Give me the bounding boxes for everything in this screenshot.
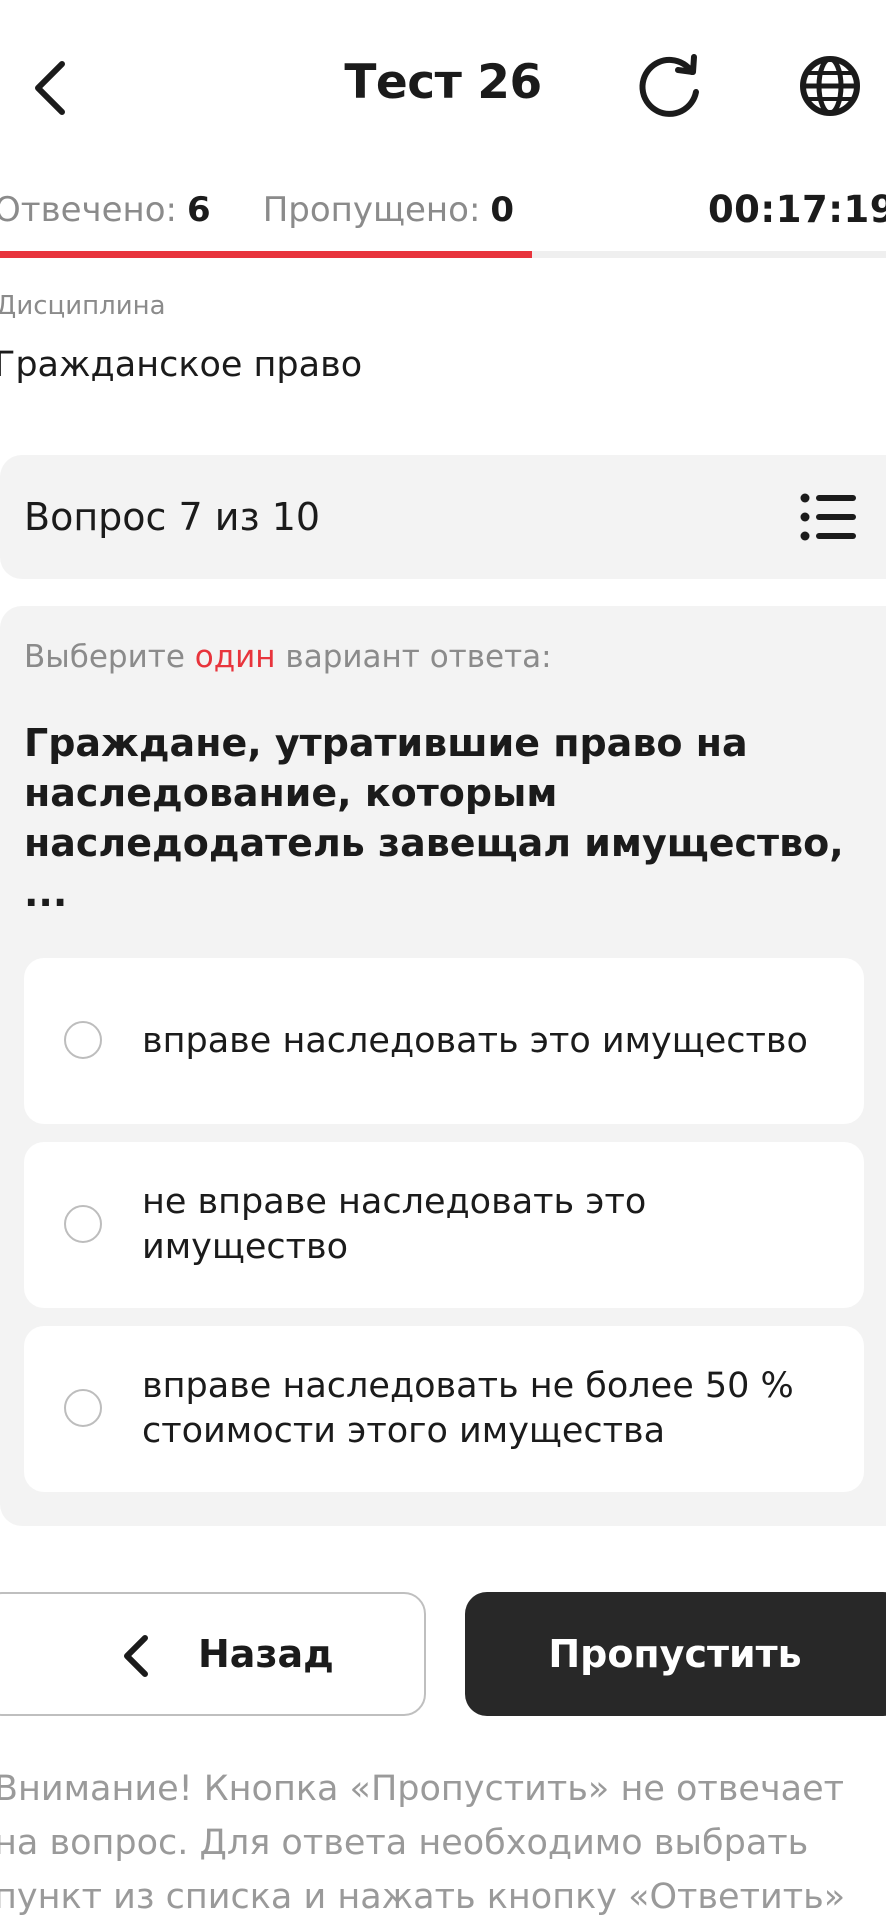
skip-button-label: Пропустить	[548, 1632, 802, 1676]
back-button[interactable]: Назад	[0, 1592, 426, 1716]
question-list-button[interactable]	[800, 490, 858, 544]
globe-icon	[800, 56, 860, 116]
skip-button[interactable]: Пропустить	[465, 1592, 886, 1716]
answer-option-label: не вправе наследовать это имущество	[142, 1182, 647, 1267]
progress-fill	[0, 251, 532, 258]
language-button[interactable]	[790, 48, 870, 124]
radio-button[interactable]	[64, 1205, 102, 1243]
instruction-text-end: вариант ответа:	[275, 639, 552, 675]
question-text: Граждане, утратившие право на наследован…	[24, 721, 844, 915]
answered-count: 6	[187, 190, 211, 230]
discipline-label: Дисциплина	[0, 291, 166, 321]
stats-row: Отвечено: 6 Пропущено: 0	[0, 180, 514, 240]
discipline-value: Гражданское право	[0, 345, 363, 385]
question-counter: Вопрос 7 из 10	[24, 495, 321, 539]
list-icon	[800, 493, 856, 541]
skipped-label: Пропущено:	[262, 190, 481, 230]
timer: 00:17:19	[707, 188, 886, 231]
answer-option-3[interactable]: вправе наследовать не более 50 % стоимос…	[24, 1326, 864, 1492]
instruction-accent: один	[194, 639, 276, 675]
back-button-label: Назад	[198, 1632, 334, 1676]
radio-button[interactable]	[64, 1389, 102, 1427]
instruction-text-start: Выберите	[24, 639, 195, 675]
skip-notice: Внимание! Кнопка «Пропустить» не отвечае…	[0, 1769, 846, 1917]
radio-button[interactable]	[64, 1021, 102, 1059]
answer-option-1[interactable]: вправе наследовать это имущество	[24, 958, 864, 1124]
answered-label: Отвечено:	[0, 190, 178, 230]
skipped-count: 0	[490, 190, 515, 230]
chevron-left-icon	[124, 1635, 148, 1677]
refresh-icon	[639, 54, 699, 117]
answer-instruction: Выберите один вариант ответа:	[24, 635, 552, 679]
answer-option-2[interactable]: не вправе наследовать это имущество	[24, 1142, 864, 1308]
refresh-button[interactable]	[632, 48, 708, 124]
answer-option-label: вправе наследовать не более 50 % стоимос…	[142, 1366, 794, 1451]
answer-option-label: вправе наследовать это имущество	[142, 1020, 808, 1061]
page-title: Тест 26	[344, 55, 542, 110]
